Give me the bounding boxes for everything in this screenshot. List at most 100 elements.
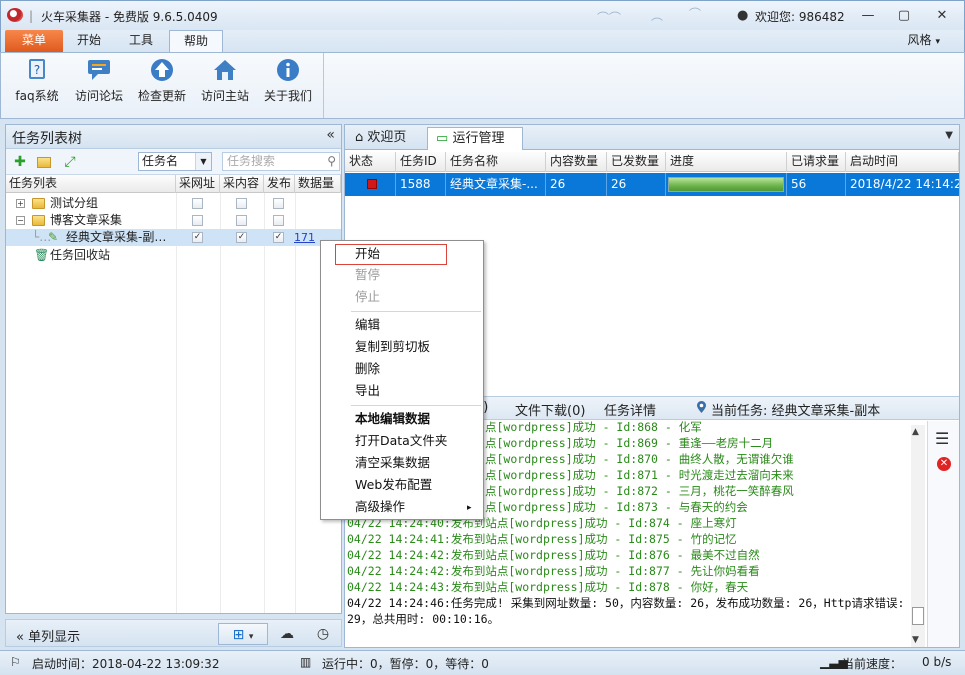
running-task-row[interactable]: 1588 经典文章采集-... 26 26 56 2018/4/22 14:14… (345, 173, 959, 196)
tab-task-details[interactable]: 任务详情 (604, 400, 656, 419)
log-scrollbar[interactable]: ▲ ▼ (911, 425, 925, 647)
log-line: 点[wordpress]成功 - Id:871 - 时光渡走过去溜向未来 (485, 468, 794, 482)
menu-item-pause[interactable]: 暂停 (355, 265, 380, 285)
tab-list-dropdown-icon[interactable]: ▼ (945, 130, 953, 141)
menu-item-clear-data[interactable]: 清空采集数据 (355, 453, 430, 473)
col-sent-count[interactable]: 已发数量 (607, 152, 666, 172)
tab-help[interactable]: 帮助 (169, 30, 224, 52)
checkbox[interactable] (236, 198, 247, 209)
tree-row-test-group[interactable]: + 测试分组 (6, 195, 341, 212)
menu-item-edit[interactable]: 编辑 (355, 315, 380, 335)
col-collect-content[interactable]: 采内容 (220, 175, 264, 193)
maximize-button[interactable]: ▢ (893, 6, 915, 26)
tab-file-download[interactable]: 文件下载(0) (515, 400, 585, 419)
checkbox[interactable] (192, 215, 203, 226)
tree-row-blog-collect[interactable]: − 博客文章采集 (6, 212, 341, 229)
task-tree-panel: 任务列表树 « ✚ ⤢ 任务名 ▼ 任务搜索 ⚲ 任务列表 采网址 采内容 发布… (5, 124, 342, 614)
expand-icon[interactable]: + (16, 199, 25, 208)
expand-all-icon[interactable]: ⤢ (62, 154, 78, 170)
sent-count-cell: 26 (607, 173, 666, 196)
speed-label: 当前速度： (842, 657, 903, 671)
minimize-button[interactable]: — (857, 6, 879, 26)
menu-item-web-publish-config[interactable]: Web发布配置 (355, 475, 432, 495)
col-task-id[interactable]: 任务ID (396, 152, 446, 172)
scroll-down-icon[interactable]: ▼ (912, 635, 919, 645)
col-status[interactable]: 状态 (345, 152, 396, 172)
folder-icon (32, 198, 45, 209)
ribbon-panel: ? faq系统 访问论坛 检查更新 访问主站 关于我们 (0, 52, 965, 119)
col-collect-url[interactable]: 采网址 (176, 175, 220, 193)
tree-view-button[interactable]: ⊞ ▾ (218, 623, 268, 645)
checkbox-checked[interactable]: ✓ (273, 232, 284, 243)
checkbox[interactable] (236, 215, 247, 226)
col-task-list[interactable]: 任务列表 (6, 175, 176, 193)
style-menu[interactable]: 风格 ▾ (893, 30, 954, 52)
forum-label: 访问论坛 (74, 89, 123, 103)
collapse-panel-button[interactable]: « (326, 127, 335, 143)
search-field-value: 任务名 (142, 154, 179, 168)
tree-label: 博客文章采集 (50, 213, 123, 227)
tab-run-management[interactable]: ▭ 运行管理 (427, 127, 523, 150)
menu-item-export[interactable]: 导出 (355, 381, 380, 401)
tab-welcome[interactable]: ⌂ 欢迎页 (347, 127, 423, 150)
col-task-name[interactable]: 任务名称 (446, 152, 546, 172)
forum-button[interactable]: 访问论坛 (73, 57, 125, 115)
tab-tools[interactable]: 工具 (115, 30, 167, 52)
scroll-thumb[interactable] (912, 607, 924, 625)
single-column-toggle[interactable]: « 单列显示 (16, 626, 80, 645)
task-tree-title: 任务列表树 (12, 131, 82, 147)
menu-item-open-data-folder[interactable]: 打开Data文件夹 (355, 431, 447, 451)
task-search-placeholder: 任务搜索 (227, 154, 276, 168)
checkbox-checked[interactable]: ✓ (236, 232, 247, 243)
tree-row-recycle-bin[interactable]: 🗑 任务回收站 (6, 247, 341, 264)
log-line: 04/22 14:24:42:发布到站点[wordpress]成功 - Id:8… (347, 548, 760, 562)
menu-item-local-edit-data[interactable]: 本地编辑数据 (355, 409, 430, 429)
menu-item-advanced[interactable]: 高级操作 (355, 497, 405, 517)
tree-row-classic-articles[interactable]: └… ✎ 经典文章采集-副… ✓ ✓ ✓ 171 (6, 229, 341, 246)
menu-item-stop[interactable]: 停止 (355, 287, 380, 307)
check-update-button[interactable]: 检查更新 (135, 57, 189, 115)
chevron-down-icon: ▾ (935, 37, 940, 47)
tab-start[interactable]: 开始 (63, 30, 115, 52)
menu-item-copy-to-clipboard[interactable]: 复制到剪切板 (355, 337, 430, 357)
data-amount-link[interactable]: 171 (294, 229, 315, 246)
col-start-time[interactable]: 启动时间 (846, 152, 959, 172)
cloud-download-button[interactable]: ☁ (276, 623, 298, 645)
ribbon-tab-strip: 菜单 开始 工具 帮助 风格 ▾ (0, 30, 965, 52)
col-requested[interactable]: 已请求量 (787, 152, 846, 172)
chevron-down-icon: ▼ (195, 153, 211, 170)
col-progress[interactable]: 进度 (666, 152, 787, 172)
faq-book-icon: ? (29, 59, 45, 79)
checkbox[interactable] (273, 215, 284, 226)
tab-menu[interactable]: 菜单 (5, 30, 63, 52)
schedule-button[interactable]: ◷ (312, 623, 334, 645)
visit-site-button[interactable]: 访问主站 (198, 57, 252, 115)
faq-label: faq系统 (15, 89, 59, 103)
hamburger-menu-icon[interactable]: ☰ (935, 429, 949, 448)
scroll-up-icon[interactable]: ▲ (912, 427, 919, 437)
task-search-input[interactable]: 任务搜索 ⚲ (222, 152, 340, 171)
checkbox-checked[interactable]: ✓ (192, 232, 203, 243)
menu-item-start[interactable]: 开始 (355, 244, 380, 264)
add-task-icon[interactable]: ✚ (12, 154, 28, 170)
col-data-amount[interactable]: 数据量 (295, 175, 341, 193)
faq-button[interactable]: ? faq系统 (11, 57, 63, 115)
search-field-select[interactable]: 任务名 ▼ (138, 152, 212, 171)
col-content-count[interactable]: 内容数量 (546, 152, 607, 172)
close-button[interactable]: ✕ (931, 6, 953, 26)
col-publish[interactable]: 发布 (264, 175, 295, 193)
log-line: 点[wordpress]成功 - Id:870 - 曲终人散，无谓谁欠谁 (485, 452, 794, 466)
collapse-icon[interactable]: − (16, 216, 25, 225)
add-folder-icon[interactable] (37, 154, 53, 170)
search-icon: ⚲ (327, 154, 336, 168)
checkbox[interactable] (273, 198, 284, 209)
progress-fill (669, 178, 783, 191)
checkbox[interactable] (192, 198, 203, 209)
menu-item-delete[interactable]: 删除 (355, 359, 380, 379)
single-column-label: 单列显示 (28, 630, 81, 645)
task-tree-column-header: 任务列表 采网址 采内容 发布 数据量 (6, 175, 341, 193)
log-line: 04/22 14:24:46:任务完成! 采集到网址数量: 50，内容数量: 2… (347, 596, 905, 610)
about-button[interactable]: 关于我们 (261, 57, 315, 115)
clear-log-icon[interactable]: ✕ (937, 457, 951, 471)
app-logo-icon (7, 8, 23, 22)
